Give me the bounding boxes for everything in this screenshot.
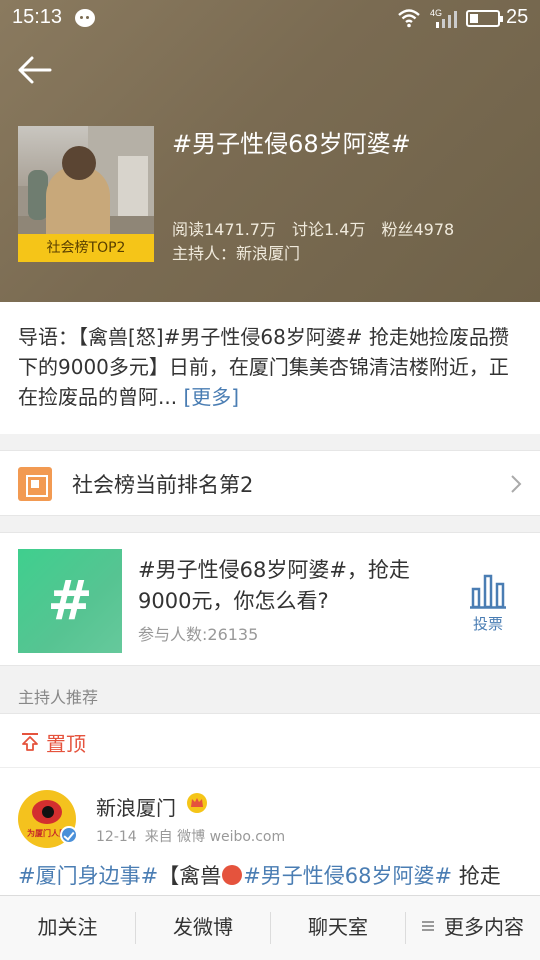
intro-more-link[interactable]: [更多]	[183, 385, 239, 409]
topic-header: 15:13 4G 25 社会榜TOP2 #男子性侵68岁阿婆# 阅读1471.7…	[0, 0, 540, 302]
hash-icon: #	[47, 569, 93, 632]
fan-count: 粉丝4978	[381, 220, 455, 239]
vote-button[interactable]: 投票	[462, 573, 514, 643]
more-content-button[interactable]: 更多内容	[406, 896, 540, 960]
discussion-count: 讨论1.4万	[292, 220, 366, 239]
topic-host[interactable]: 主持人：新浪厦门	[172, 240, 300, 264]
pinned-label: 置顶	[46, 732, 86, 756]
ranking-text: 社会榜当前排名第2	[72, 473, 254, 497]
post-text-part: 抢走	[452, 864, 501, 888]
vote-participants: 参与人数:26135	[138, 625, 259, 644]
post-date: 12-14	[96, 829, 137, 845]
back-arrow-icon[interactable]	[16, 54, 52, 86]
chevron-right-icon	[511, 475, 522, 493]
vote-card[interactable]: # #男子性侵68岁阿婆#，抢走9000元，你怎么看? 参与人数:26135 投…	[0, 532, 540, 666]
follow-button[interactable]: 加关注	[0, 896, 135, 960]
intro-text: 导语：【禽兽[怒]#男子性侵68岁阿婆# 抢走她捡废品攒下的9000多元】日前，…	[18, 325, 509, 409]
pin-top-icon	[22, 733, 38, 751]
wechat-notification-icon	[75, 9, 95, 27]
battery-level: 25	[506, 6, 529, 28]
chat-room-button[interactable]: 聊天室	[271, 896, 405, 960]
post-tag-link[interactable]: #厦门身边事#	[18, 864, 158, 888]
wifi-icon	[398, 9, 420, 28]
pinned-row: 置顶	[0, 713, 540, 768]
crown-icon	[187, 793, 207, 813]
angry-emoji-icon	[222, 865, 243, 885]
ranking-row[interactable]: 社会榜当前排名第2	[0, 450, 540, 516]
bar-chart-icon	[470, 574, 506, 609]
read-count: 阅读1471.7万	[172, 220, 276, 239]
compose-post-button[interactable]: 发微博	[136, 896, 270, 960]
section-label: 主持人推荐	[18, 688, 99, 707]
bottom-action-bar: 加关注 发微博 聊天室 更多内容	[0, 895, 540, 960]
poster-name[interactable]: 新浪厦门	[96, 792, 176, 821]
post-text: #厦门身边事#【禽兽 #男子性侵68岁阿婆# 抢走	[18, 860, 528, 890]
signal-icon	[436, 11, 457, 28]
more-content-label: 更多内容	[444, 915, 524, 939]
battery-icon	[466, 10, 503, 27]
post-text-part: 【禽兽	[158, 864, 222, 888]
status-time: 15:13	[12, 6, 63, 28]
post-source: 来自 微博 weibo.com	[144, 829, 286, 845]
vote-button-label: 投票	[472, 615, 503, 633]
post-card[interactable]: 为厦门人民 新浪厦门 12-14 来自 微博 weibo.com #厦门身边事#【…	[0, 768, 540, 896]
topic-stats: 阅读1471.7万 讨论1.4万 粉丝4978	[172, 216, 470, 240]
topic-title: #男子性侵68岁阿婆#	[172, 130, 411, 158]
vote-thumbnail: #	[18, 549, 122, 653]
verified-icon	[60, 826, 78, 844]
topic-intro: 导语：【禽兽[怒]#男子性侵68岁阿婆# 抢走她捡废品攒下的9000多元】日前，…	[0, 302, 540, 434]
post-topic-link[interactable]: #男子性侵68岁阿婆#	[243, 864, 452, 888]
post-meta: 12-14 来自 微博 weibo.com	[96, 826, 293, 846]
menu-icon	[422, 921, 434, 931]
ranking-icon	[18, 467, 52, 501]
ranking-badge: 社会榜TOP2	[18, 234, 154, 262]
vote-title: #男子性侵68岁阿婆#，抢走9000元，你怎么看?	[138, 558, 410, 613]
status-bar: 15:13 4G 25	[0, 0, 540, 36]
